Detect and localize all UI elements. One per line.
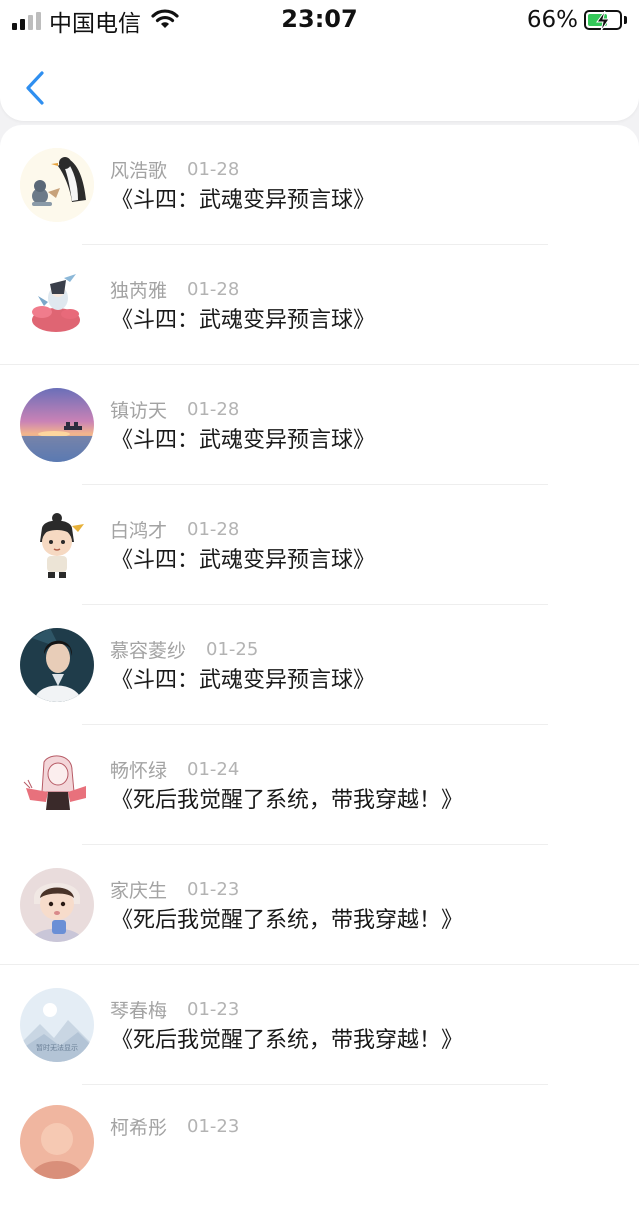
battery-percent: 66% — [526, 7, 578, 33]
book-title[interactable]: 《斗四：武魂变异预言球》 — [111, 302, 375, 334]
book-title[interactable]: 《死后我觉醒了系统，带我穿越！》 — [111, 782, 463, 814]
comment-meta: 家庆生 01-23 — [110, 876, 240, 903]
post-date: 01-23 — [187, 998, 240, 1020]
chevron-left-icon — [26, 71, 44, 105]
user-name[interactable]: 风浩歌 — [110, 156, 167, 183]
post-date: 01-23 — [187, 1115, 240, 1137]
user-name[interactable]: 琴春梅 — [110, 996, 167, 1023]
battery-charging-icon — [584, 10, 622, 32]
comment-meta: 白鸿才 01-28 — [110, 516, 240, 543]
user-name[interactable]: 畅怀绿 — [110, 756, 167, 783]
comment-meta: 琴春梅 01-23 — [110, 996, 240, 1023]
comment-meta: 风浩歌 01-28 — [110, 156, 240, 183]
book-title[interactable]: 《斗四：武魂变异预言球》 — [111, 182, 375, 214]
avatar[interactable] — [20, 1105, 94, 1179]
post-date: 01-25 — [206, 638, 259, 660]
post-date: 01-28 — [187, 158, 240, 180]
post-date: 01-28 — [187, 398, 240, 420]
user-name[interactable]: 慕容菱纱 — [110, 636, 186, 663]
book-title[interactable]: 《死后我觉醒了系统，带我穿越！》 — [111, 902, 463, 934]
avatar[interactable] — [20, 268, 94, 342]
comment-meta: 柯希彤 01-23 — [110, 1113, 240, 1140]
status-right: 66% — [527, 6, 627, 34]
avatar[interactable] — [20, 388, 94, 462]
list-item[interactable]: 镇访天 01-28 《斗四：武魂变异预言球》 — [0, 365, 639, 485]
avatar[interactable]: 暂时无法显示 — [20, 988, 94, 1062]
user-name[interactable]: 家庆生 — [110, 876, 167, 903]
comment-meta: 独芮雅 01-28 — [110, 276, 240, 303]
comment-meta: 慕容菱纱 01-25 — [110, 636, 259, 663]
list-item[interactable]: 家庆生 01-23 《死后我觉醒了系统，带我穿越！》 — [0, 845, 639, 965]
post-date: 01-23 — [187, 878, 240, 900]
avatar[interactable] — [20, 868, 94, 942]
book-title[interactable]: 《斗四：武魂变异预言球》 — [111, 422, 375, 454]
comment-meta: 畅怀绿 01-24 — [110, 756, 240, 783]
user-name[interactable]: 镇访天 — [110, 396, 167, 423]
user-name[interactable]: 柯希彤 — [110, 1113, 167, 1140]
user-name[interactable]: 独芮雅 — [110, 276, 167, 303]
post-date: 01-28 — [187, 278, 240, 300]
book-title[interactable]: 《斗四：武魂变异预言球》 — [111, 542, 375, 574]
bolt-icon — [596, 10, 610, 32]
comment-meta: 镇访天 01-28 — [110, 396, 240, 423]
post-date: 01-24 — [187, 758, 240, 780]
user-name[interactable]: 白鸿才 — [110, 516, 167, 543]
list-item[interactable]: 独芮雅 01-28 《斗四：武魂变异预言球》 — [0, 245, 639, 365]
avatar[interactable] — [20, 628, 94, 702]
list-item[interactable]: 畅怀绿 01-24 《死后我觉醒了系统，带我穿越！》 — [0, 725, 639, 845]
list-item[interactable]: 慕容菱纱 01-25 《斗四：武魂变异预言球》 — [0, 605, 639, 725]
avatar[interactable] — [20, 748, 94, 822]
list-item[interactable]: 暂时无法显示 琴春梅 01-23 《死后我觉醒了系统，带我穿越！》 — [0, 965, 639, 1085]
book-title[interactable]: 《死后我觉醒了系统，带我穿越！》 — [111, 1022, 463, 1054]
list-item[interactable]: 风浩歌 01-28 《斗四：武魂变异预言球》 — [0, 125, 639, 245]
avatar[interactable] — [20, 148, 94, 222]
comment-list: 风浩歌 01-28 《斗四：武魂变异预言球》 独芮雅 01-28 《斗四：武魂变… — [0, 125, 639, 1225]
placeholder-avatar-text: 暂时无法显示 — [36, 1043, 78, 1052]
list-item[interactable]: 白鸿才 01-28 《斗四：武魂变异预言球》 — [0, 485, 639, 605]
avatar[interactable] — [20, 508, 94, 582]
book-title[interactable]: 《斗四：武魂变异预言球》 — [111, 662, 375, 694]
battery-cap — [624, 16, 627, 24]
back-button[interactable] — [18, 68, 52, 108]
list-item[interactable]: 柯希彤 01-23 — [0, 1085, 639, 1205]
status-bar: 中国电信 23:07 66% — [0, 0, 639, 44]
post-date: 01-28 — [187, 518, 240, 540]
